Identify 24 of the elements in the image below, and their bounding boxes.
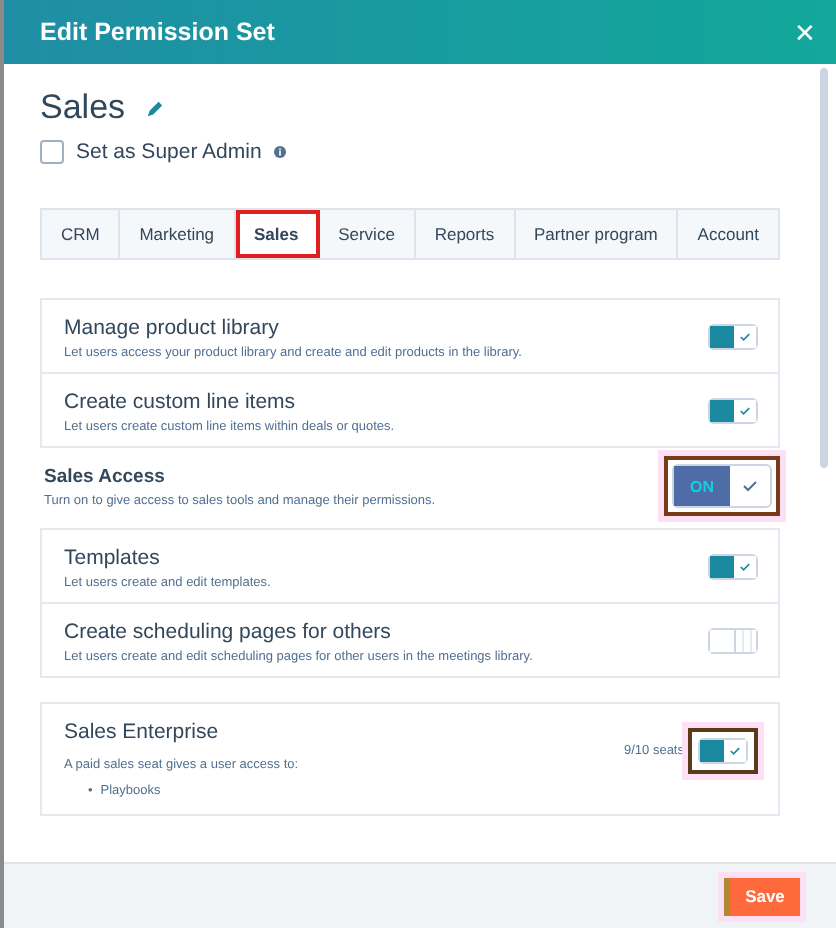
- check-icon: [740, 476, 760, 496]
- toggle-switch[interactable]: [698, 738, 748, 764]
- toggle-switch[interactable]: [708, 398, 758, 424]
- checkbox-label: Set as Super Admin: [76, 140, 262, 164]
- permission-title: Templates: [64, 545, 162, 569]
- permission-set-name: Sales: [40, 88, 126, 128]
- checkbox[interactable]: [40, 140, 64, 164]
- toggle-switch[interactable]: [708, 628, 758, 654]
- toggle-switch[interactable]: [708, 554, 758, 580]
- info-icon: [273, 146, 286, 158]
- permission-title: Create scheduling pages for others: [64, 619, 393, 643]
- check-icon: [728, 744, 742, 758]
- pencil-icon[interactable]: [145, 99, 164, 117]
- window-title: Edit Permission Set: [40, 18, 275, 46]
- permission-title: Manage product library: [64, 315, 281, 339]
- check-icon: [738, 560, 752, 574]
- section-title: Sales Access: [44, 465, 167, 487]
- seat-title: Sales Enterprise: [64, 720, 221, 744]
- tab[interactable]: Sales: [235, 210, 320, 258]
- permission-title: Create custom line items: [64, 389, 298, 413]
- toggle-switch[interactable]: [708, 324, 758, 350]
- scrollbar[interactable]: [820, 68, 828, 468]
- check-icon: [738, 404, 752, 418]
- check-icon: [738, 330, 752, 344]
